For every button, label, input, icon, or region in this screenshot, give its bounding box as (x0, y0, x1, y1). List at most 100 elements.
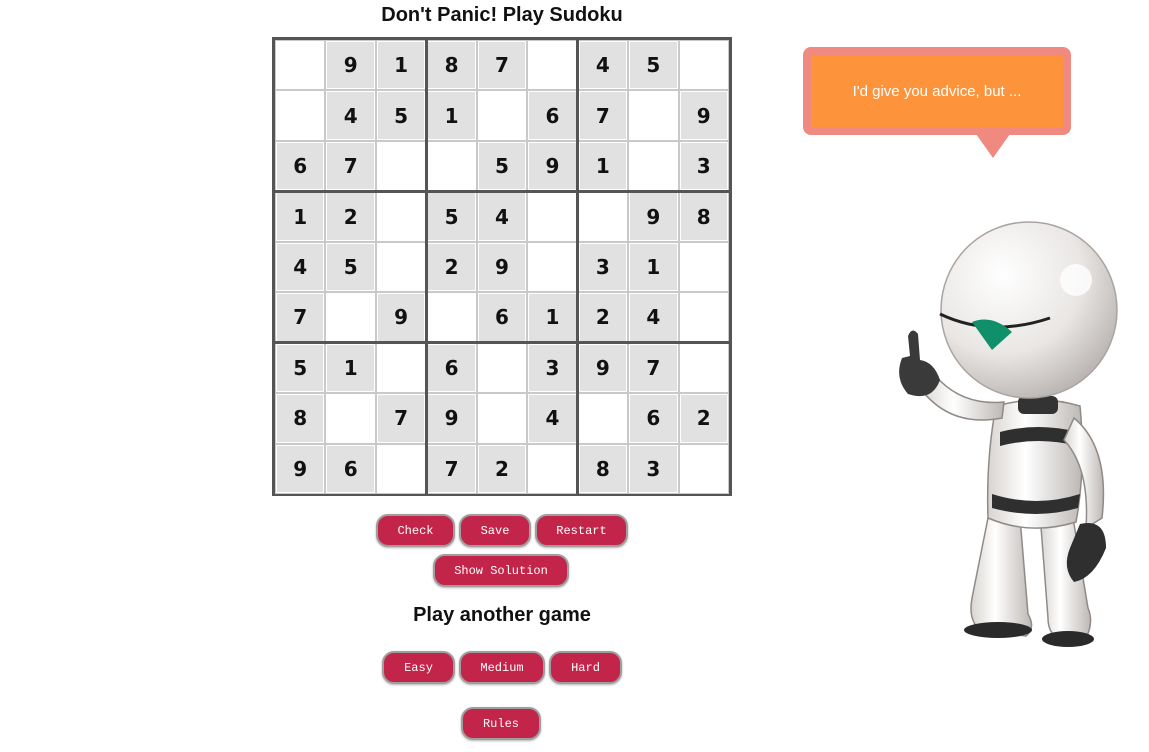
sudoku-cell-empty[interactable] (325, 292, 376, 343)
sudoku-cell-given: 7 (426, 443, 477, 494)
sudoku-cell-empty[interactable] (375, 140, 427, 192)
sudoku-cell-given: 6 (426, 342, 477, 394)
sudoku-cell-given: 4 (275, 241, 326, 293)
sudoku-cell-given: 6 (325, 443, 376, 494)
sudoku-cell-given: 1 (527, 292, 578, 343)
speech-bubble: I'd give you advice, but ... (803, 47, 1071, 135)
sudoku-cell-given: 5 (426, 191, 477, 242)
check-button[interactable]: Check (376, 514, 455, 547)
sudoku-cell-given: 4 (628, 292, 679, 343)
sudoku-cell-given: 3 (527, 342, 578, 394)
sudoku-cell-given: 1 (375, 40, 427, 91)
sudoku-cell-empty[interactable] (375, 443, 427, 494)
hard-button[interactable]: Hard (549, 651, 622, 684)
sudoku-cell-given: 2 (678, 393, 729, 444)
sudoku-cell-given: 2 (577, 292, 629, 343)
sudoku-cell-given: 3 (577, 241, 629, 293)
sudoku-cell-given: 1 (325, 342, 376, 394)
sudoku-cell-given: 7 (476, 40, 528, 91)
sudoku-cell-given: 9 (678, 90, 729, 141)
sudoku-cell-given: 4 (325, 90, 376, 141)
restart-button[interactable]: Restart (535, 514, 628, 547)
sudoku-cell-empty[interactable] (628, 90, 679, 141)
sudoku-cell-given: 9 (426, 393, 477, 444)
sudoku-cell-empty[interactable] (476, 393, 528, 444)
sudoku-cell-empty[interactable] (275, 40, 326, 91)
advice-text: I'd give you advice, but ... (811, 55, 1063, 127)
sudoku-cell-given: 5 (628, 40, 679, 91)
sudoku-cell-empty[interactable] (375, 342, 427, 394)
sudoku-cell-empty[interactable] (527, 443, 578, 494)
sudoku-cell-given: 6 (275, 140, 326, 192)
sudoku-cell-given: 7 (577, 90, 629, 141)
medium-button[interactable]: Medium (459, 651, 545, 684)
sudoku-cell-given: 7 (375, 393, 427, 444)
sudoku-cell-given: 3 (678, 140, 729, 192)
save-button[interactable]: Save (459, 514, 531, 547)
box-divider (275, 341, 729, 345)
sudoku-cell-given: 1 (628, 241, 679, 293)
sudoku-cell-given: 7 (275, 292, 326, 343)
sudoku-cell-empty[interactable] (527, 40, 578, 91)
sudoku-cell-given: 4 (577, 40, 629, 91)
page-title: Don't Panic! Play Sudoku (381, 4, 623, 26)
sudoku-cell-given: 9 (275, 443, 326, 494)
sudoku-cell-empty[interactable] (476, 342, 528, 394)
sudoku-cell-given: 5 (275, 342, 326, 394)
sudoku-cell-given: 9 (325, 40, 376, 91)
sudoku-cell-empty[interactable] (628, 140, 679, 192)
sudoku-cell-given: 9 (375, 292, 427, 343)
show-solution-button[interactable]: Show Solution (433, 554, 569, 587)
sudoku-cell-given: 8 (275, 393, 326, 444)
sudoku-cell-given: 7 (628, 342, 679, 394)
sudoku-cell-given: 9 (577, 342, 629, 394)
sudoku-cell-given: 1 (426, 90, 477, 141)
sudoku-cell-empty[interactable] (678, 40, 729, 91)
sudoku-cell-empty[interactable] (577, 191, 629, 242)
sudoku-cell-given: 8 (577, 443, 629, 494)
sudoku-cell-empty[interactable] (678, 443, 729, 494)
box-divider (275, 189, 729, 193)
sudoku-cell-given: 7 (325, 140, 376, 192)
sudoku-cell-given: 5 (476, 140, 528, 192)
sudoku-cell-given: 4 (527, 393, 578, 444)
sudoku-cell-given: 8 (678, 191, 729, 242)
box-divider (576, 40, 580, 494)
sudoku-cell-empty[interactable] (527, 191, 578, 242)
sudoku-cell-given: 1 (577, 140, 629, 192)
sudoku-cell-empty[interactable] (375, 191, 427, 242)
sudoku-cell-empty[interactable] (678, 241, 729, 293)
robot-mascot-icon (899, 221, 1118, 647)
sudoku-cell-given: 1 (275, 191, 326, 242)
sudoku-cell-given: 6 (527, 90, 578, 141)
box-divider (424, 40, 428, 494)
sudoku-cell-given: 6 (628, 393, 679, 444)
sudoku-cell-given: 5 (325, 241, 376, 293)
sudoku-cell-empty[interactable] (426, 292, 477, 343)
sudoku-cell-given: 3 (628, 443, 679, 494)
sudoku-cell-empty[interactable] (275, 90, 326, 141)
sudoku-cell-given: 2 (426, 241, 477, 293)
speech-bubble-tail (976, 134, 1010, 158)
sudoku-cell-given: 9 (527, 140, 578, 192)
sudoku-cell-empty[interactable] (426, 140, 477, 192)
sudoku-cell-given: 2 (476, 443, 528, 494)
sudoku-cell-empty[interactable] (325, 393, 376, 444)
sudoku-cell-given: 8 (426, 40, 477, 91)
easy-button[interactable]: Easy (382, 651, 455, 684)
sudoku-cell-empty[interactable] (678, 342, 729, 394)
sudoku-cell-given: 4 (476, 191, 528, 242)
sudoku-board: 9187454516796759131254984529317961245163… (272, 37, 732, 496)
sudoku-cell-given: 6 (476, 292, 528, 343)
sudoku-cell-given: 9 (476, 241, 528, 293)
sudoku-cell-empty[interactable] (577, 393, 629, 444)
sudoku-cell-empty[interactable] (476, 90, 528, 141)
sudoku-cell-empty[interactable] (678, 292, 729, 343)
sudoku-cell-given: 2 (325, 191, 376, 242)
sudoku-cell-empty[interactable] (527, 241, 578, 293)
sudoku-cell-empty[interactable] (375, 241, 427, 293)
play-another-heading: Play another game (413, 604, 591, 626)
sudoku-cell-given: 9 (628, 191, 679, 242)
rules-button[interactable]: Rules (461, 707, 541, 740)
sudoku-cell-given: 5 (375, 90, 427, 141)
